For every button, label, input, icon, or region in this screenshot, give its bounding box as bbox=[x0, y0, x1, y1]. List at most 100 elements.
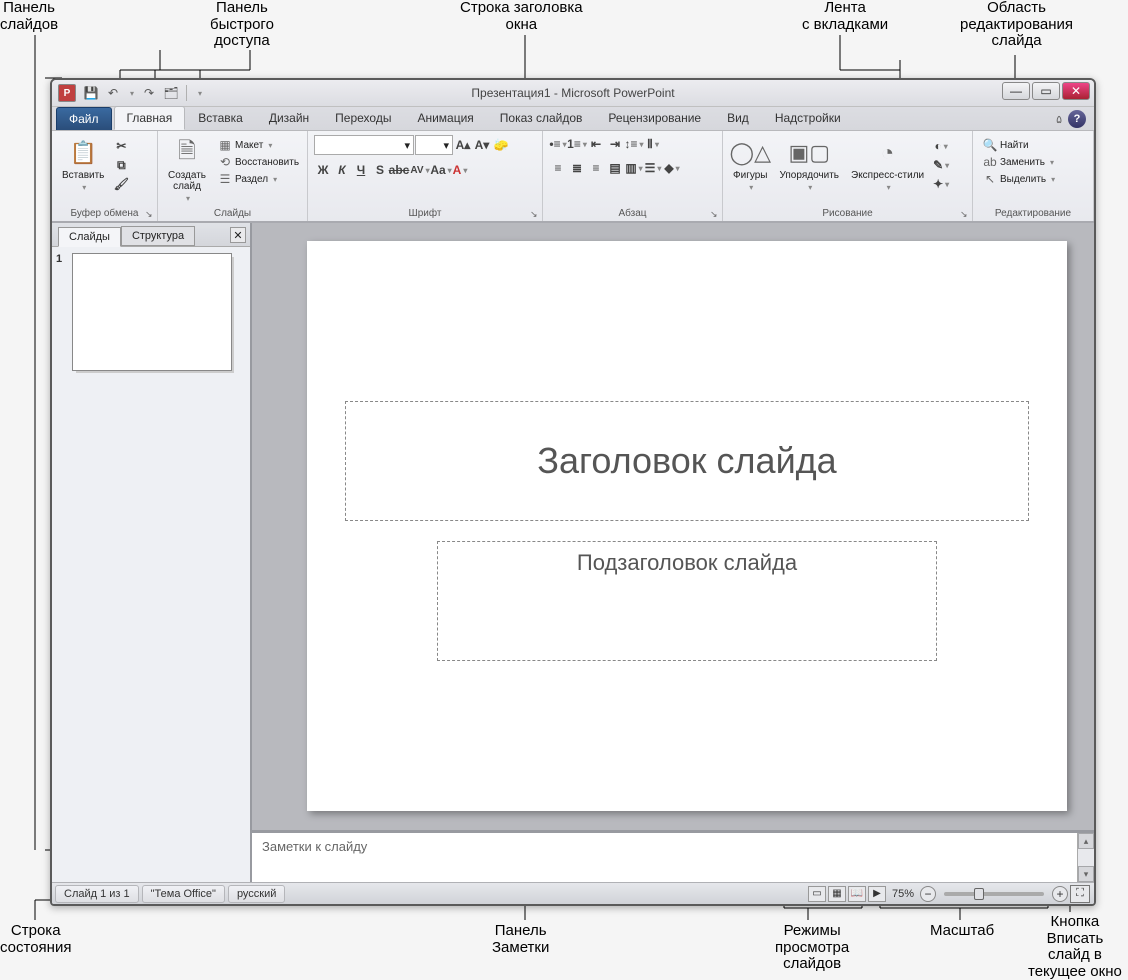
tab-outline[interactable]: Структура bbox=[121, 226, 195, 246]
panel-close-button[interactable]: ✕ bbox=[230, 227, 246, 243]
maximize-button[interactable]: ▭ bbox=[1032, 82, 1060, 100]
find-button[interactable]: 🔍Найти bbox=[979, 137, 1059, 153]
quick-styles-button[interactable]: ◔ Экспресс-стили bbox=[847, 135, 928, 195]
redo-icon[interactable]: ↷ bbox=[140, 84, 158, 102]
status-theme[interactable]: "Тема Office" bbox=[142, 885, 225, 903]
bullets-icon[interactable]: •≡ bbox=[549, 135, 567, 153]
slide-thumbnail-item[interactable]: 1 bbox=[56, 253, 246, 371]
tab-insert[interactable]: Вставка bbox=[185, 106, 256, 130]
slide-canvas[interactable]: Заголовок слайда Подзаголовок слайда bbox=[307, 241, 1067, 811]
new-slide-button[interactable]: 🗎 Создать слайд bbox=[164, 135, 210, 206]
notes-scrollbar[interactable]: ▴ ▾ bbox=[1077, 833, 1094, 882]
zoom-in-button[interactable]: + bbox=[1052, 886, 1068, 902]
decrease-indent-icon[interactable]: ⇤ bbox=[587, 135, 605, 153]
strikethrough-icon[interactable]: abc bbox=[390, 161, 408, 179]
columns-icon[interactable]: ▥ bbox=[625, 159, 643, 177]
smartart-icon[interactable]: ◆ bbox=[663, 159, 681, 177]
italic-icon[interactable]: К bbox=[333, 161, 351, 179]
undo-icon[interactable]: ↶ bbox=[104, 84, 122, 102]
tab-home[interactable]: Главная bbox=[114, 106, 186, 130]
qat-customize-icon[interactable] bbox=[193, 84, 205, 102]
minimize-button[interactable]: — bbox=[1002, 82, 1030, 100]
slideshow-view-icon[interactable]: ▶ bbox=[868, 886, 886, 902]
notes-scroll-up-icon[interactable]: ▴ bbox=[1078, 833, 1094, 849]
arrange-dropdown-icon[interactable] bbox=[806, 182, 812, 193]
align-text-icon[interactable]: ☰ bbox=[644, 159, 662, 177]
arrange-button[interactable]: ▣▢ Упорядочить bbox=[775, 135, 843, 195]
increase-font-icon[interactable]: A▴ bbox=[454, 136, 472, 154]
justify-icon[interactable]: ▤ bbox=[606, 159, 624, 177]
notes-scroll-down-icon[interactable]: ▾ bbox=[1078, 866, 1094, 882]
notes-pane[interactable]: Заметки к слайду ▴ ▾ bbox=[252, 830, 1094, 882]
status-language[interactable]: русский bbox=[228, 885, 285, 903]
section-button[interactable]: ☰Раздел bbox=[214, 171, 303, 187]
tab-transitions[interactable]: Переходы bbox=[322, 106, 404, 130]
paste-dropdown-icon[interactable] bbox=[80, 182, 86, 193]
shapes-button[interactable]: ◯△ Фигуры bbox=[729, 135, 771, 195]
tab-slideshow[interactable]: Показ слайдов bbox=[487, 106, 596, 130]
char-spacing-icon[interactable]: AV bbox=[409, 161, 431, 179]
clear-format-icon[interactable]: 🧽 bbox=[492, 136, 510, 154]
change-case-icon[interactable]: Aa bbox=[432, 161, 450, 179]
tab-review[interactable]: Рецензирование bbox=[595, 106, 714, 130]
text-direction-icon[interactable]: Ⅱ bbox=[644, 135, 662, 153]
quick-styles-dropdown-icon[interactable] bbox=[885, 182, 891, 193]
increase-indent-icon[interactable]: ⇥ bbox=[606, 135, 624, 153]
status-slide-count[interactable]: Слайд 1 из 1 bbox=[55, 885, 139, 903]
tab-view[interactable]: Вид bbox=[714, 106, 762, 130]
cut-icon[interactable]: ✂ bbox=[112, 137, 130, 155]
dialog-launcher-paragraph[interactable]: ↘ bbox=[709, 208, 721, 220]
align-center-icon[interactable]: ≣ bbox=[568, 159, 586, 177]
replace-button[interactable]: abЗаменить bbox=[979, 154, 1059, 170]
save-icon[interactable]: 💾 bbox=[82, 84, 100, 102]
window-title: Презентация1 - Microsoft PowerPoint bbox=[52, 86, 1094, 100]
numbering-icon[interactable]: 1≡ bbox=[568, 135, 586, 153]
subtitle-placeholder[interactable]: Подзаголовок слайда bbox=[437, 541, 937, 661]
font-size-combo[interactable]: ▾ bbox=[415, 135, 453, 155]
dialog-launcher-font[interactable]: ↘ bbox=[529, 208, 541, 220]
close-button[interactable]: ✕ bbox=[1062, 82, 1090, 100]
undo-dropdown-icon[interactable] bbox=[126, 84, 136, 102]
reading-view-icon[interactable]: 📖 bbox=[848, 886, 866, 902]
tab-design[interactable]: Дизайн bbox=[256, 106, 322, 130]
minimize-ribbon-icon[interactable]: ۵ bbox=[1056, 113, 1062, 126]
slide-thumbnail[interactable] bbox=[72, 253, 232, 371]
copy-icon[interactable]: ⧉ bbox=[112, 156, 130, 174]
bold-icon[interactable]: Ж bbox=[314, 161, 332, 179]
tab-file[interactable]: Файл bbox=[56, 107, 112, 130]
dialog-launcher-drawing[interactable]: ↘ bbox=[959, 208, 971, 220]
zoom-slider[interactable] bbox=[944, 892, 1044, 896]
tab-animation[interactable]: Анимация bbox=[404, 106, 486, 130]
dialog-launcher-clipboard[interactable]: ↘ bbox=[144, 208, 156, 220]
tab-addins[interactable]: Надстройки bbox=[762, 106, 854, 130]
layout-button[interactable]: ▦Макет bbox=[214, 137, 303, 153]
fit-to-window-button[interactable]: ⛶ bbox=[1070, 885, 1090, 903]
qat-extra-icon[interactable]: 🗂 bbox=[162, 84, 180, 102]
zoom-out-button[interactable]: − bbox=[920, 886, 936, 902]
font-color-icon[interactable]: A bbox=[451, 161, 469, 179]
paste-button[interactable]: 📋 Вставить bbox=[58, 135, 108, 195]
font-name-combo[interactable]: ▾ bbox=[314, 135, 414, 155]
decrease-font-icon[interactable]: A▾ bbox=[473, 136, 491, 154]
normal-view-icon[interactable]: ▭ bbox=[808, 886, 826, 902]
new-slide-dropdown-icon[interactable] bbox=[184, 193, 190, 204]
tab-slides[interactable]: Слайды bbox=[58, 227, 121, 247]
app-icon[interactable]: P bbox=[58, 84, 76, 102]
select-button[interactable]: ↖Выделить bbox=[979, 171, 1059, 187]
format-painter-icon[interactable]: 🖌 bbox=[112, 175, 130, 193]
shapes-dropdown-icon[interactable] bbox=[747, 182, 753, 193]
shape-outline-icon[interactable]: ✎ bbox=[932, 156, 950, 174]
shadow-icon[interactable]: S bbox=[371, 161, 389, 179]
shape-effects-icon[interactable]: ✦ bbox=[932, 175, 950, 193]
title-placeholder[interactable]: Заголовок слайда bbox=[345, 401, 1029, 521]
reset-button[interactable]: ⟲Восстановить bbox=[214, 154, 303, 170]
zoom-value[interactable]: 75% bbox=[892, 888, 914, 900]
zoom-slider-thumb[interactable] bbox=[974, 888, 984, 900]
align-left-icon[interactable]: ≡ bbox=[549, 159, 567, 177]
help-button[interactable]: ? bbox=[1068, 110, 1086, 128]
align-right-icon[interactable]: ≡ bbox=[587, 159, 605, 177]
underline-icon[interactable]: Ч bbox=[352, 161, 370, 179]
line-spacing-icon[interactable]: ↕≡ bbox=[625, 135, 643, 153]
sorter-view-icon[interactable]: ▦ bbox=[828, 886, 846, 902]
shape-fill-icon[interactable]: ◐ bbox=[932, 137, 950, 155]
